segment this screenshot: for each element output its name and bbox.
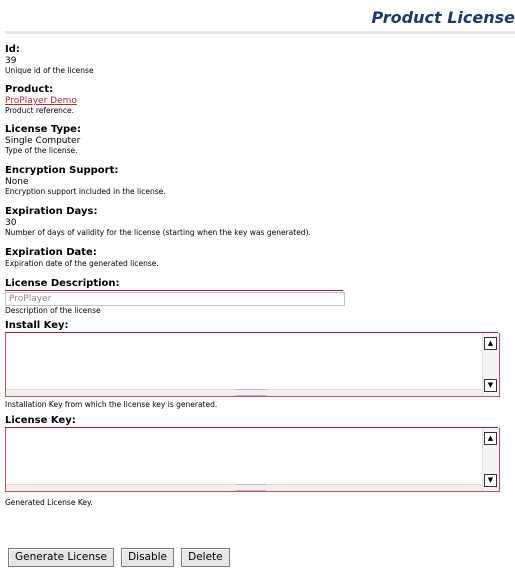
- license-description-help: Description of the license: [5, 306, 101, 315]
- field-product: Product: ProPlayer Demo Product referenc…: [5, 84, 510, 116]
- page-title: Product License: [371, 8, 515, 27]
- license-key-textarea-frame: ▲ ▼: [5, 428, 500, 492]
- field-encryption-support: Encryption Support: None Encryption supp…: [5, 165, 510, 197]
- field-license-key: License Key: ▲ ▼ Generated License Key.: [5, 415, 510, 508]
- license-type-value: Single Computer: [5, 136, 81, 146]
- scroll-up-arrow-icon[interactable]: ▲: [484, 432, 497, 445]
- scroll-down-arrow-icon[interactable]: ▼: [484, 379, 497, 392]
- page-header: Product License: [0, 0, 515, 34]
- disable-button[interactable]: Disable: [121, 548, 175, 567]
- field-license-description: License Description: Description of the …: [5, 278, 510, 316]
- license-key-textarea[interactable]: [6, 428, 486, 488]
- id-description: Unique id of the license: [5, 66, 94, 75]
- encryption-label: Encryption Support:: [5, 165, 119, 176]
- resize-grip-icon[interactable]: [236, 484, 266, 491]
- encryption-description: Encryption support included in the licen…: [5, 187, 166, 196]
- expiration-days-value: 30: [5, 218, 17, 228]
- id-label: Id:: [5, 44, 20, 55]
- id-value: 39: [5, 56, 17, 66]
- license-key-scrollbar[interactable]: ▲ ▼: [482, 428, 499, 491]
- header-divider: [5, 31, 515, 34]
- license-type-description: Type of the license.: [5, 146, 78, 155]
- license-key-description: Generated License Key.: [5, 498, 93, 507]
- install-key-scrollbar[interactable]: ▲ ▼: [482, 333, 499, 396]
- install-key-resize-bar[interactable]: [6, 389, 483, 396]
- install-key-description: Installation Key from which the license …: [5, 400, 218, 409]
- action-buttons: Generate License Disable Delete: [8, 545, 232, 567]
- license-type-label: License Type:: [5, 124, 81, 135]
- field-install-key: Install Key: ▲ ▼ Installation Key from w…: [5, 320, 510, 410]
- license-description-input[interactable]: [5, 292, 345, 306]
- expiration-days-description: Number of days of validity for the licen…: [5, 228, 311, 237]
- product-label: Product:: [5, 84, 54, 95]
- generate-license-button[interactable]: Generate License: [8, 548, 114, 567]
- product-description: Product reference.: [5, 106, 75, 115]
- field-id: Id: 39 Unique id of the license: [5, 44, 510, 76]
- resize-grip-icon[interactable]: [236, 389, 266, 396]
- license-key-label: License Key:: [5, 415, 498, 428]
- field-expiration-date: Expiration Date: Expiration date of the …: [5, 247, 510, 269]
- license-description-label: License Description:: [5, 278, 343, 291]
- field-expiration-days: Expiration Days: 30 Number of days of va…: [5, 206, 510, 238]
- expiration-date-label: Expiration Date:: [5, 247, 97, 258]
- install-key-textarea[interactable]: [6, 333, 486, 393]
- product-link[interactable]: ProPlayer Demo: [5, 96, 77, 106]
- expiration-days-label: Expiration Days:: [5, 206, 98, 217]
- license-form: Id: 39 Unique id of the license Product:…: [5, 44, 510, 508]
- field-license-type: License Type: Single Computer Type of th…: [5, 124, 510, 156]
- encryption-value: None: [5, 177, 29, 187]
- license-key-resize-bar[interactable]: [6, 484, 483, 491]
- install-key-label: Install Key:: [5, 320, 498, 333]
- scroll-down-arrow-icon[interactable]: ▼: [484, 474, 497, 487]
- delete-button[interactable]: Delete: [181, 548, 230, 567]
- scroll-up-arrow-icon[interactable]: ▲: [484, 337, 497, 350]
- expiration-date-description: Expiration date of the generated license…: [5, 259, 159, 268]
- install-key-textarea-frame: ▲ ▼: [5, 333, 500, 397]
